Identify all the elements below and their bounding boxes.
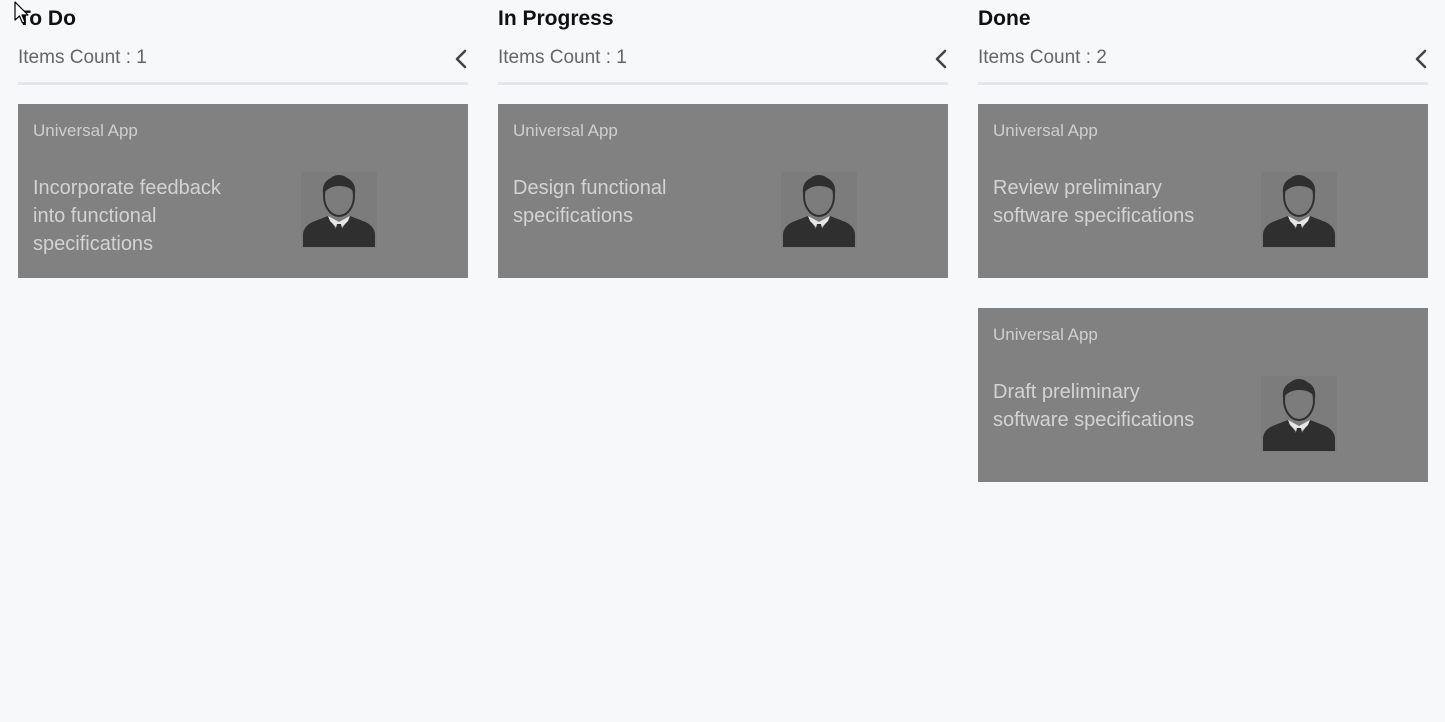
column-header: Items Count : 1 — [18, 38, 468, 85]
card-list: Universal App Design functional specific… — [498, 104, 948, 278]
column-title: To Do — [18, 7, 76, 30]
items-count: Items Count : 2 — [978, 47, 1107, 68]
card-title: Incorporate feedback into functional spe… — [33, 177, 221, 255]
kanban-card[interactable]: Universal App Incorporate feedback into … — [18, 104, 468, 278]
chevron-left-icon[interactable] — [454, 49, 468, 69]
column-todo: To Do Items Count : 1 Universal App Inco… — [18, 0, 468, 482]
column-title: Done — [978, 7, 1031, 30]
card-title: Design functional specifications — [513, 177, 667, 227]
chevron-left-icon[interactable] — [934, 49, 948, 69]
column-in-progress: In Progress Items Count : 1 Universal Ap… — [498, 0, 948, 482]
column-header: Items Count : 2 — [978, 38, 1428, 85]
kanban-card[interactable]: Universal App Draft preliminary software… — [978, 308, 1428, 482]
kanban-card[interactable]: Universal App Review preliminary softwar… — [978, 104, 1428, 278]
card-category: Universal App — [33, 121, 138, 140]
person-icon — [301, 172, 377, 248]
column-done: Done Items Count : 2 Universal App Revie… — [978, 0, 1428, 482]
card-title: Draft preliminary software specification… — [993, 381, 1195, 431]
person-icon — [781, 172, 857, 248]
card-category: Universal App — [993, 325, 1098, 344]
card-title: Review preliminary software specificatio… — [993, 177, 1195, 227]
person-icon — [1261, 172, 1337, 248]
items-count: Items Count : 1 — [18, 47, 147, 68]
card-category: Universal App — [513, 121, 618, 140]
card-list: Universal App Review preliminary softwar… — [978, 104, 1428, 482]
card-category: Universal App — [993, 121, 1098, 140]
card-list: Universal App Incorporate feedback into … — [18, 104, 468, 278]
kanban-board: To Do Items Count : 1 Universal App Inco… — [18, 0, 1428, 482]
person-icon — [1261, 376, 1337, 452]
items-count: Items Count : 1 — [498, 47, 627, 68]
kanban-card[interactable]: Universal App Design functional specific… — [498, 104, 948, 278]
chevron-left-icon[interactable] — [1414, 49, 1428, 69]
column-header: Items Count : 1 — [498, 38, 948, 85]
column-title: In Progress — [498, 7, 614, 30]
